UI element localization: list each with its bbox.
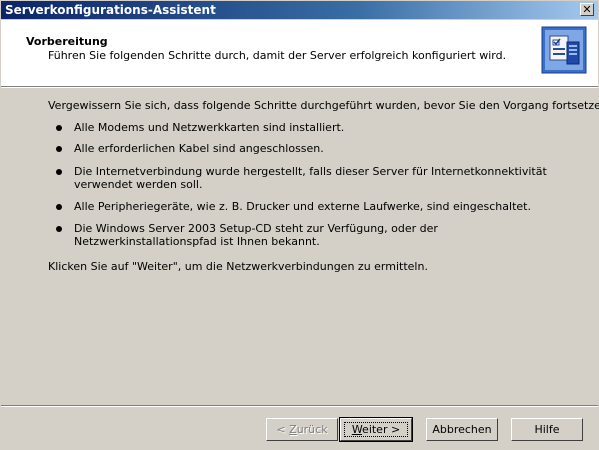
wizard-checklist-icon [541,26,587,74]
wizard-window: Serverkonfigurations-Assistent ✕ Vorbere… [0,0,599,450]
step-text: Alle erforderlichen Kabel sind angeschlo… [74,142,324,155]
page-title: Vorbereitung [26,35,108,48]
step-text: Die Windows Server 2003 Setup-CD steht z… [74,222,438,248]
bullet-icon [56,169,62,175]
wizard-content: Vergewissern Sie sich, dass folgende Sch… [48,99,599,273]
bullet-icon [56,226,62,232]
cancel-button[interactable]: Abbrechen [426,418,498,441]
next-button[interactable]: Weiter > [339,417,413,442]
bullet-icon [56,146,62,152]
close-button[interactable]: ✕ [580,3,594,16]
step-text: Die Internetverbindung wurde hergestellt… [74,165,547,191]
bullet-icon [56,204,62,210]
bullet-icon [56,125,62,131]
title-bar[interactable]: Serverkonfigurations-Assistent ✕ [1,1,598,19]
close-icon: ✕ [582,3,592,16]
help-button[interactable]: Hilfe [511,418,583,441]
step-text: Alle Peripheriegeräte, wie z. B. Drucker… [74,200,531,213]
continue-hint: Klicken Sie auf "Weiter", um die Netzwer… [48,260,428,273]
page-subtitle: Führen Sie folgenden Schritte durch, dam… [48,49,507,62]
back-button[interactable]: < Zurück [266,418,338,441]
step-text: Alle Modems und Netzwerkkarten sind inst… [74,121,345,134]
window-title: Serverkonfigurations-Assistent [5,3,216,17]
header-divider [1,86,598,88]
footer-divider [1,405,598,407]
wizard-header: Vorbereitung Führen Sie folgenden Schrit… [1,20,598,86]
intro-text: Vergewissern Sie sich, dass folgende Sch… [48,99,599,112]
